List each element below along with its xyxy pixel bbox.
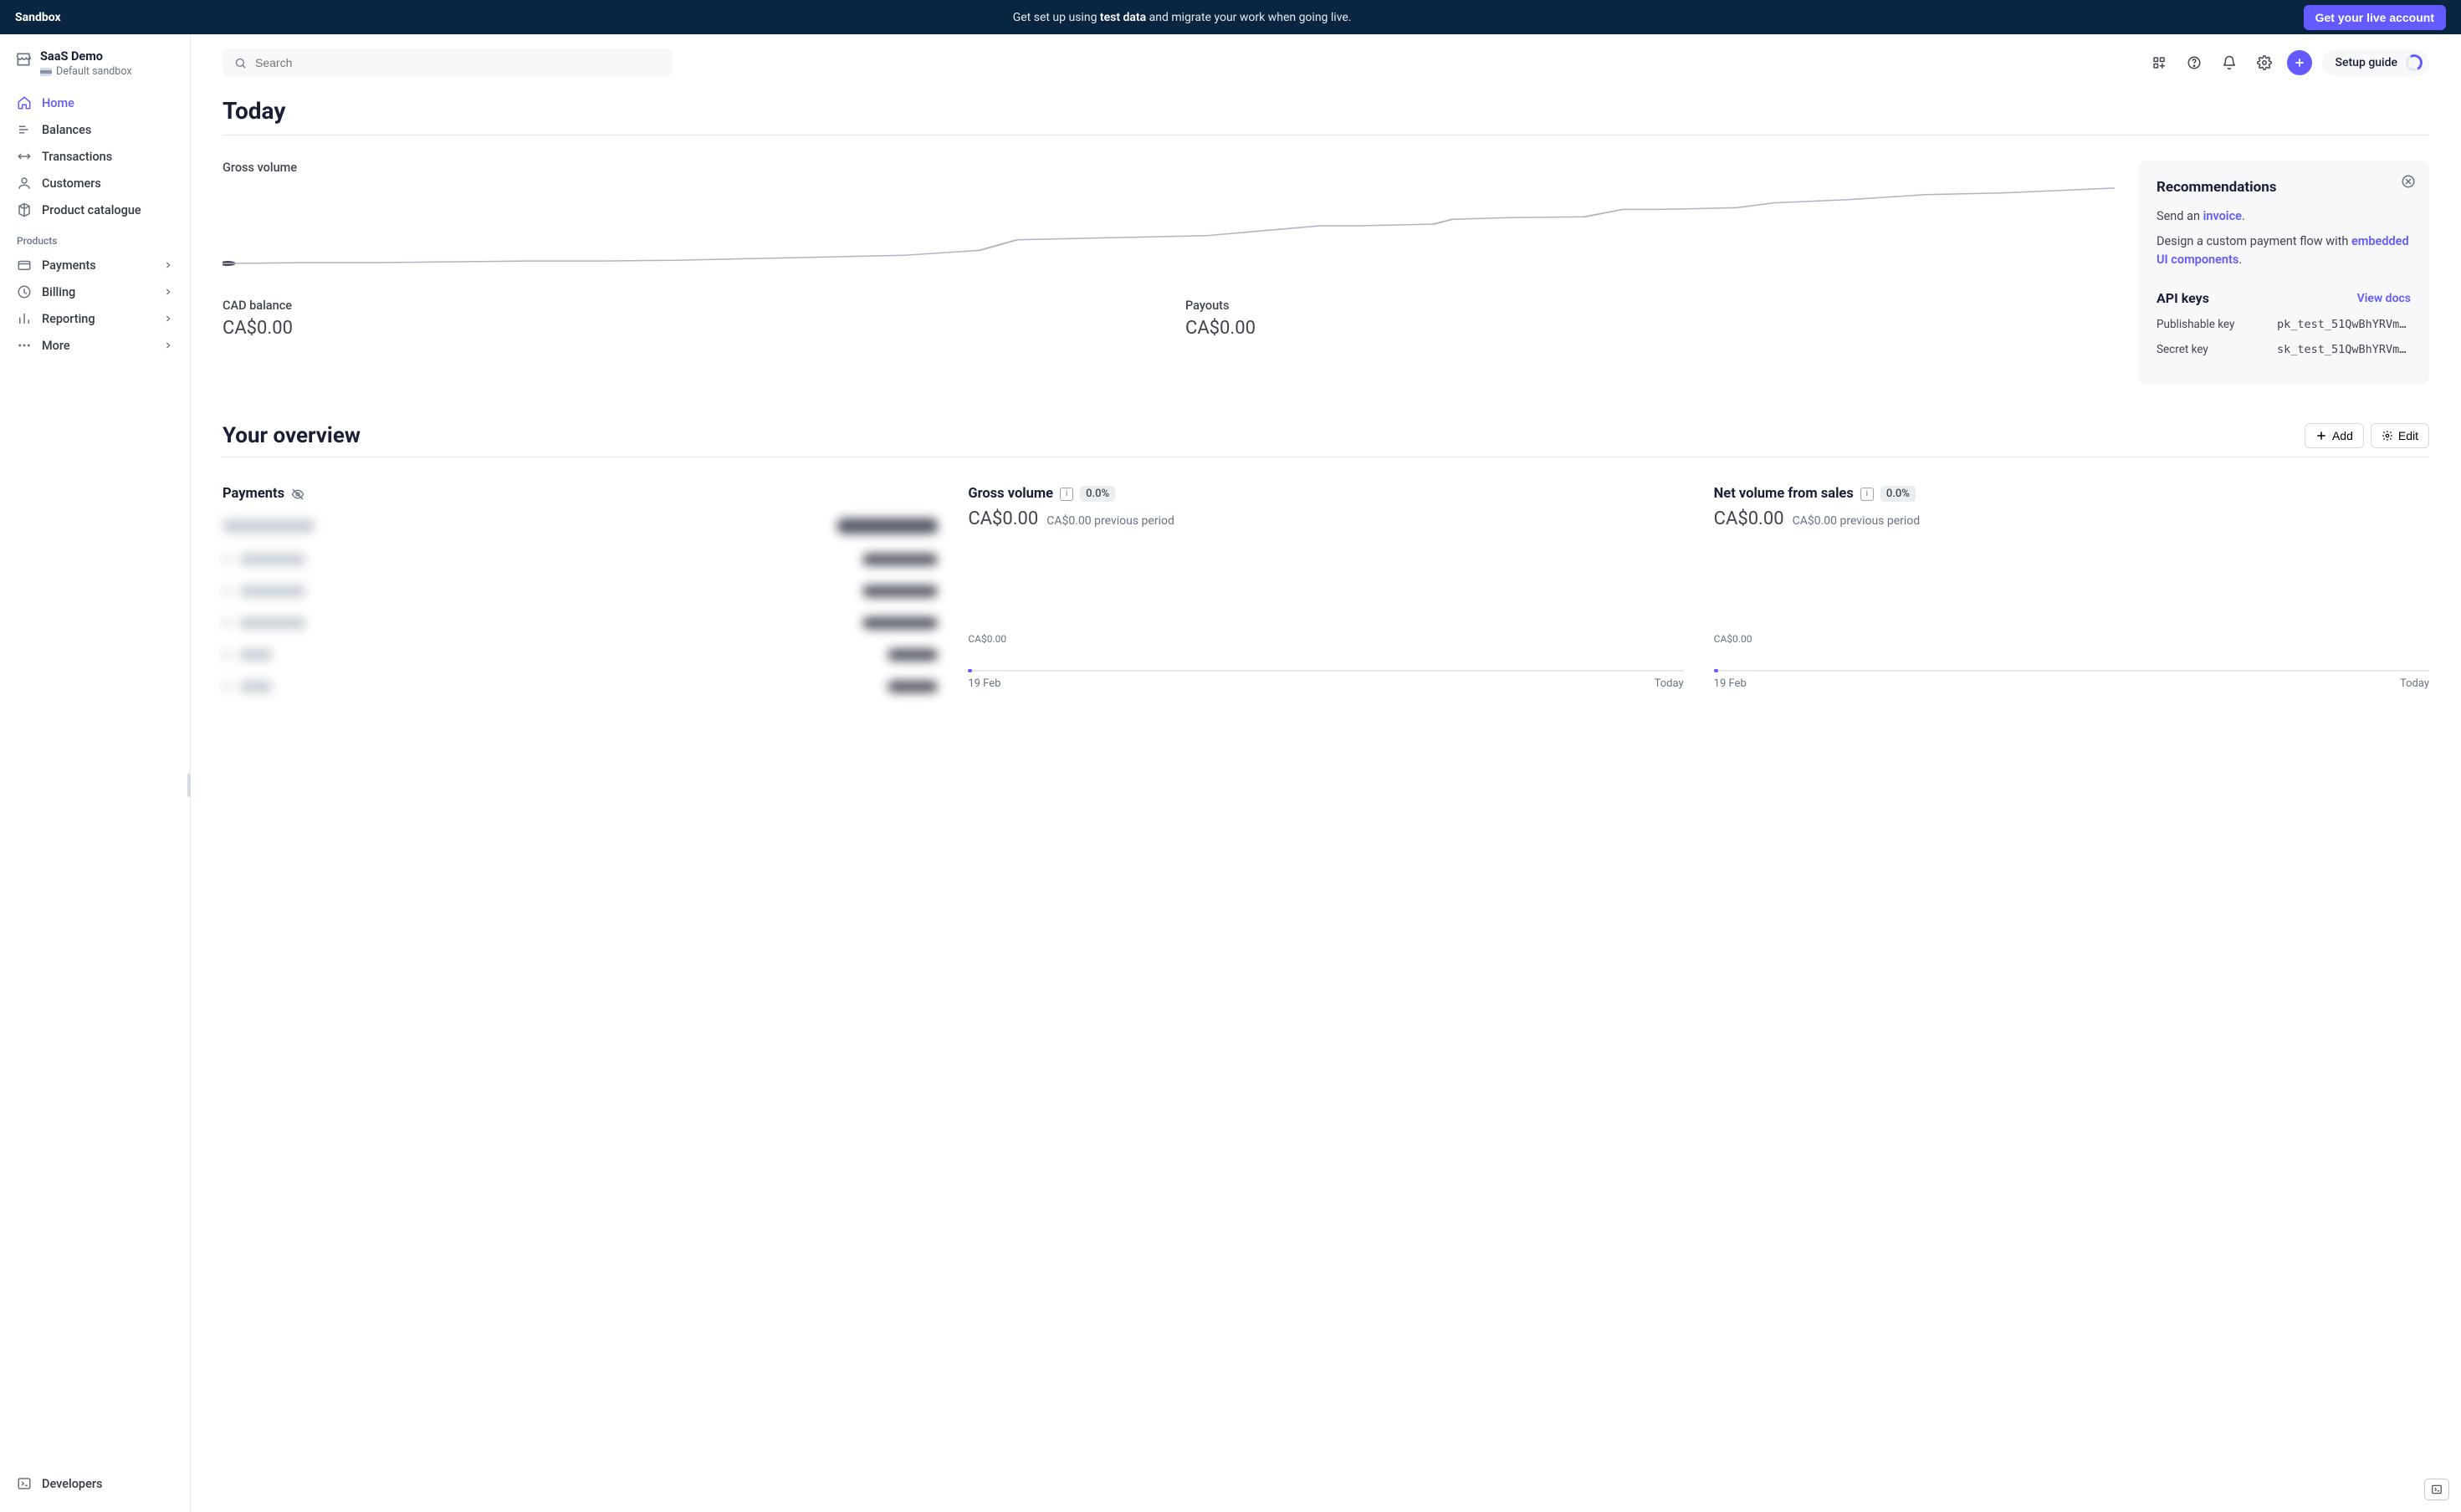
gross-volume-card: Gross volume i 0.0% CA$0.00 CA$0.00 prev… [968,486,1683,702]
sidebar: SaaS Demo Default sandbox Home Balances … [0,34,191,1512]
payments-card: Payments [223,486,938,702]
net-prev: CA$0.00 previous period [1793,514,1921,528]
gross-mini-chart: CA$0.00 19 FebToday [968,638,1683,672]
sidebar-item-reporting[interactable]: Reporting [10,305,180,332]
sidebar-item-more[interactable]: More [10,332,180,359]
recommendations-title: Recommendations [2157,179,2411,196]
settings-icon[interactable] [2252,50,2277,75]
reco-line-invoice: Send an invoice. [2157,207,2411,226]
sidebar-item-transactions[interactable]: Transactions [10,143,180,170]
blurred-row [223,508,938,544]
notifications-icon[interactable] [2217,50,2242,75]
sidebar-item-payments[interactable]: Payments [10,252,180,278]
info-icon[interactable]: i [1860,488,1874,501]
edit-button[interactable]: Edit [2371,423,2429,448]
sidebar-item-home[interactable]: Home [10,89,180,116]
secret-key-row[interactable]: Secret key sk_test_51QwBhYRVmv… [2157,343,2411,356]
chevron-right-icon [163,287,173,297]
payments-icon [17,258,32,273]
help-icon[interactable] [2182,50,2207,75]
change-badge: 0.0% [1080,486,1115,502]
sidebar-item-balances[interactable]: Balances [10,116,180,143]
close-icon[interactable] [2401,174,2416,189]
banner-message: Get set up using test data and migrate y… [61,11,2304,24]
sandbox-label: Sandbox [15,11,61,24]
catalogue-icon [17,202,32,217]
payouts-value: CA$0.00 [1185,318,2115,339]
info-icon[interactable]: i [1060,488,1073,501]
gross-volume-label: Gross volume [223,161,2115,175]
account-switcher[interactable]: SaaS Demo Default sandbox [10,49,180,89]
balances-icon [17,122,32,137]
gross-amount: CA$0.00 [968,508,1038,529]
net-mini-chart: CA$0.00 19 FebToday [1714,638,2429,672]
chevron-right-icon [163,314,173,324]
terminal-icon [17,1476,32,1491]
reporting-icon [17,311,32,326]
more-icon [17,338,32,353]
blurred-row [223,671,938,702]
home-icon [17,95,32,110]
invoice-link[interactable]: invoice [2203,209,2242,223]
billing-icon [17,284,32,299]
reco-line-embedded: Design a custom payment flow with embedd… [2157,232,2411,269]
eye-off-icon[interactable] [291,488,304,501]
add-button[interactable]: Add [2305,423,2364,448]
sidebar-item-product-catalogue[interactable]: Product catalogue [10,197,180,223]
search-icon [234,57,247,69]
cad-balance-label: CAD balance [223,299,1152,313]
chevron-right-icon [163,340,173,350]
change-badge: 0.0% [1880,486,1916,502]
plus-icon [2315,430,2327,442]
recommendations-panel: Recommendations Send an invoice. Design … [2138,161,2429,385]
blurred-row [223,544,938,575]
gross-prev: CA$0.00 previous period [1046,514,1174,528]
publishable-key-row[interactable]: Publishable key pk_test_51QwBhYRVmv… [2157,318,2411,331]
gear-icon [2382,430,2393,442]
sandbox-flag-icon [40,68,52,76]
transactions-icon [17,149,32,164]
gross-volume-chart [223,185,2115,267]
progress-ring-icon [2404,53,2424,73]
developer-shell-button[interactable] [2424,1479,2449,1500]
setup-guide-button[interactable]: Setup guide [2322,49,2429,76]
net-amount: CA$0.00 [1714,508,1784,529]
sandbox-banner: Sandbox Get set up using test data and m… [0,0,2461,34]
account-name: SaaS Demo [40,49,132,64]
account-sublabel: Default sandbox [40,65,132,78]
create-button[interactable] [2287,50,2312,75]
sidebar-item-developers[interactable]: Developers [10,1470,180,1497]
net-volume-card: Net volume from sales i 0.0% CA$0.00 CA$… [1714,486,2429,702]
sidebar-section-products: Products [10,223,180,252]
payouts-label: Payouts [1185,299,2115,313]
sidebar-item-customers[interactable]: Customers [10,170,180,197]
chevron-right-icon [163,260,173,270]
search-input[interactable] [223,49,673,77]
view-docs-link[interactable]: View docs [2357,292,2411,305]
apps-icon[interactable] [2146,50,2172,75]
page-title: Today [223,97,2429,125]
topbar: Setup guide [223,49,2429,77]
blurred-row [223,639,938,671]
get-live-account-button[interactable]: Get your live account [2304,5,2446,30]
blurred-row [223,607,938,639]
payments-card-title: Payments [223,486,284,502]
customers-icon [17,176,32,191]
store-icon [15,51,32,68]
api-keys-title: API keys [2157,290,2209,306]
cad-balance-value: CA$0.00 [223,318,1152,339]
overview-title: Your overview [223,423,361,448]
sidebar-item-billing[interactable]: Billing [10,278,180,305]
blurred-row [223,575,938,607]
